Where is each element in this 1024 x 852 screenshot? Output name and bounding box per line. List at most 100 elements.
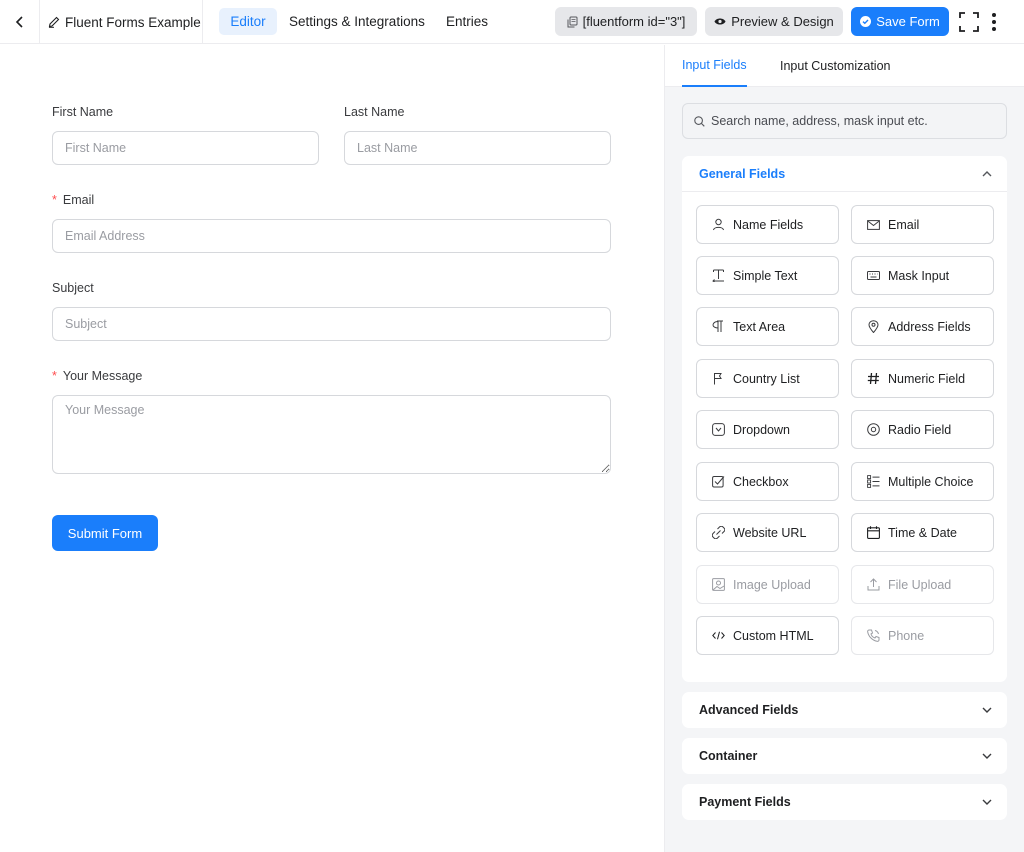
field-text-area[interactable]: Text Area <box>696 307 839 346</box>
pencil-icon <box>48 16 60 28</box>
field-label: Checkbox <box>733 474 789 489</box>
first-name-input[interactable] <box>52 131 319 165</box>
subject-input[interactable] <box>52 307 611 341</box>
flag-icon <box>710 371 726 387</box>
field-image-upload[interactable]: Image Upload <box>696 565 839 604</box>
preview-design-button[interactable]: Preview & Design <box>705 7 843 36</box>
field-sidebar: Input Fields Input Customization General… <box>664 45 1024 852</box>
field-radio[interactable]: Radio Field <box>851 410 994 449</box>
sidebar-tabs: Input Fields Input Customization <box>665 45 1024 87</box>
message-label-text: Your Message <box>62 369 143 383</box>
field-address-fields[interactable]: Address Fields <box>851 307 994 346</box>
field-label: Name Fields <box>733 217 804 232</box>
tab-editor[interactable]: Editor <box>219 8 277 35</box>
container-title: Container <box>699 749 758 763</box>
field-email[interactable]: Email <box>851 205 994 244</box>
save-form-button[interactable]: Save Form <box>851 7 949 36</box>
general-fields-title: General Fields <box>699 166 786 181</box>
email-label: * Email <box>52 193 94 207</box>
upload-icon <box>865 577 881 593</box>
field-label: Time & Date <box>888 525 958 540</box>
text-cursor-icon <box>710 268 726 284</box>
field-search-input[interactable] <box>711 114 1001 128</box>
field-dropdown[interactable]: Dropdown <box>696 410 839 449</box>
payment-fields-header[interactable]: Payment Fields <box>682 784 1007 820</box>
field-name-fields[interactable]: Name Fields <box>696 205 839 244</box>
container-header[interactable]: Container <box>682 738 1007 774</box>
field-multiple-choice[interactable]: Multiple Choice <box>851 462 994 501</box>
field-label: Numeric Field <box>888 371 966 386</box>
field-label: Email <box>888 217 920 232</box>
radio-icon <box>865 422 881 438</box>
tab-settings-integrations[interactable]: Settings & Integrations <box>289 8 425 35</box>
user-icon <box>710 217 726 233</box>
preview-label: Preview & Design <box>731 14 834 29</box>
expand-icon <box>959 12 979 32</box>
advanced-fields-panel: Advanced Fields <box>682 692 1007 728</box>
calendar-icon <box>865 525 881 541</box>
form-canvas: First Name Last Name * Email Subject * You… <box>0 45 664 852</box>
chevron-down-icon <box>982 799 992 805</box>
form-title-text: Fluent Forms Example <box>65 14 201 30</box>
checkbox-icon <box>710 474 726 490</box>
form-title[interactable]: Fluent Forms Example <box>40 0 203 44</box>
advanced-fields-header[interactable]: Advanced Fields <box>682 692 1007 728</box>
tab-input-fields[interactable]: Input Fields <box>682 45 747 87</box>
field-file-upload[interactable]: File Upload <box>851 565 994 604</box>
field-label: Radio Field <box>888 422 952 437</box>
eye-icon <box>714 17 726 26</box>
general-fields-header[interactable]: General Fields <box>682 156 1007 192</box>
required-mark: * <box>52 193 57 207</box>
field-label: Country List <box>733 371 800 386</box>
field-time-date[interactable]: Time & Date <box>851 513 994 552</box>
message-textarea[interactable] <box>52 395 611 474</box>
phone-icon <box>865 628 881 644</box>
fullscreen-button[interactable] <box>958 11 980 33</box>
field-label: Simple Text <box>733 268 798 283</box>
tab-input-customization[interactable]: Input Customization <box>780 45 890 87</box>
field-website-url[interactable]: Website URL <box>696 513 839 552</box>
field-label: Multiple Choice <box>888 474 974 489</box>
field-search <box>682 103 1007 139</box>
message-label: * Your Message <box>52 369 142 383</box>
field-label: File Upload <box>888 577 952 592</box>
last-name-input[interactable] <box>344 131 611 165</box>
field-label: Custom HTML <box>733 628 814 643</box>
dropdown-icon <box>710 422 726 438</box>
location-pin-icon <box>865 319 881 335</box>
field-country-list[interactable]: Country List <box>696 359 839 398</box>
field-custom-html[interactable]: Custom HTML <box>696 616 839 655</box>
image-icon <box>710 577 726 593</box>
field-numeric[interactable]: Numeric Field <box>851 359 994 398</box>
chevron-down-icon <box>982 707 992 713</box>
field-checkbox[interactable]: Checkbox <box>696 462 839 501</box>
kebab-icon <box>992 13 996 31</box>
chevron-down-icon <box>982 753 992 759</box>
chevron-left-icon <box>15 16 23 28</box>
field-simple-text[interactable]: Simple Text <box>696 256 839 295</box>
field-phone[interactable]: Phone <box>851 616 994 655</box>
submit-form-button[interactable]: Submit Form <box>52 515 158 551</box>
container-panel: Container <box>682 738 1007 774</box>
field-mask-input[interactable]: Mask Input <box>851 256 994 295</box>
back-button[interactable] <box>0 0 40 44</box>
code-icon <box>710 628 726 644</box>
email-label-text: Email <box>62 193 95 207</box>
copy-shortcode-button[interactable]: [fluentform id="3"] <box>555 7 697 36</box>
link-icon <box>710 525 726 541</box>
general-fields-panel: General Fields Name Fields Email Simple … <box>682 156 1007 682</box>
field-label: Image Upload <box>733 577 811 592</box>
subject-label: Subject <box>52 281 94 295</box>
first-name-label: First Name <box>52 105 114 119</box>
required-mark: * <box>52 369 57 383</box>
more-options-button[interactable] <box>986 11 1002 33</box>
field-label: Website URL <box>733 525 807 540</box>
field-label: Dropdown <box>733 422 790 437</box>
advanced-fields-title: Advanced Fields <box>699 703 799 717</box>
email-input[interactable] <box>52 219 611 253</box>
hash-icon <box>865 371 881 387</box>
tab-entries[interactable]: Entries <box>446 8 488 35</box>
payment-fields-panel: Payment Fields <box>682 784 1007 820</box>
chevron-up-icon <box>982 171 992 177</box>
top-bar: Fluent Forms Example Editor Settings & I… <box>0 0 1024 44</box>
